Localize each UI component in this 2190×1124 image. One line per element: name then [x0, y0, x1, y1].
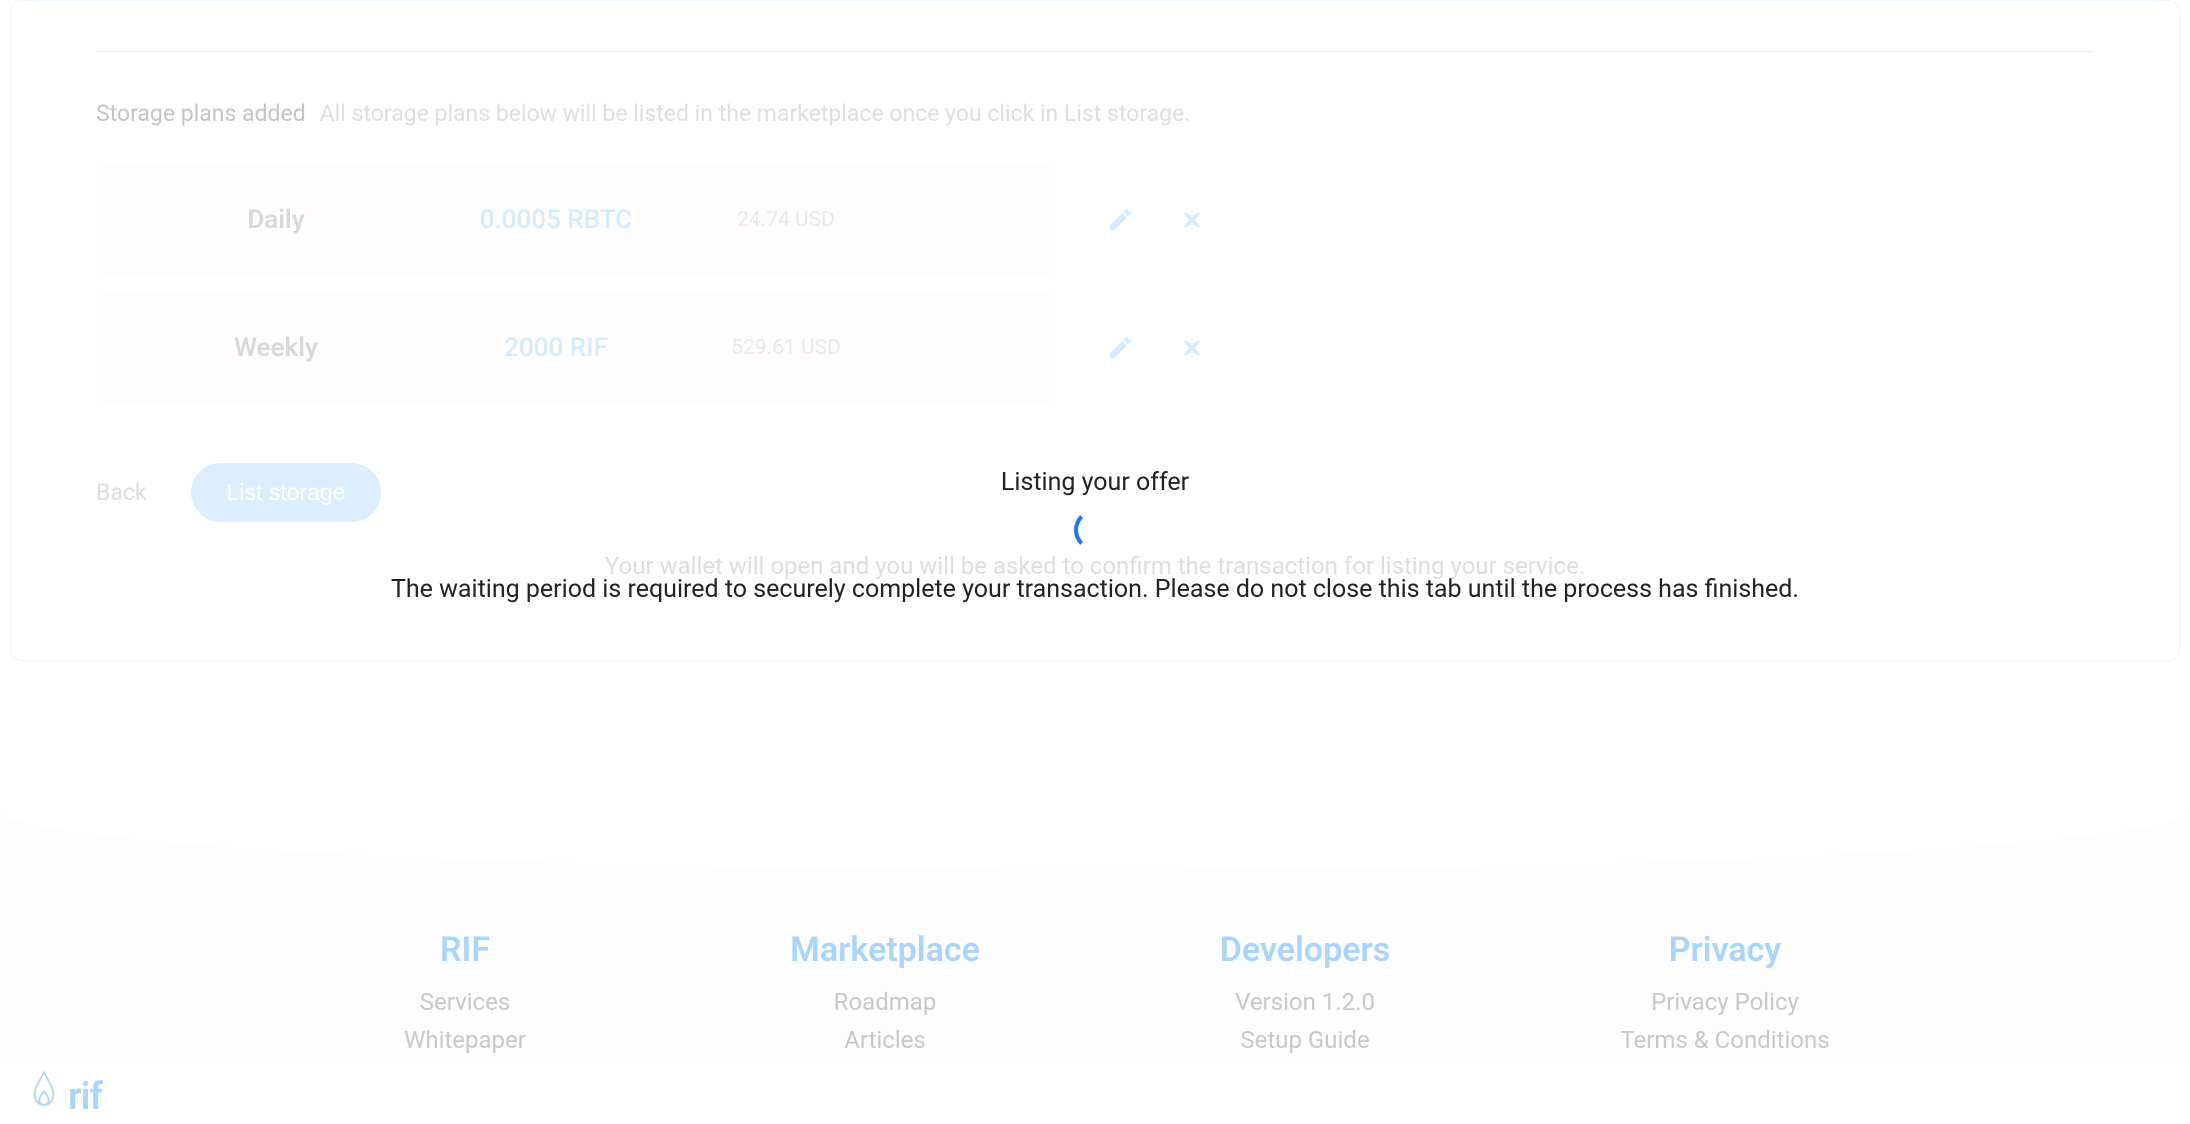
- loading-modal: Listing your offer The waiting period is…: [0, 468, 2190, 604]
- plan-period: Weekly: [136, 333, 416, 363]
- footer-col-rif: RIF Services Whitepaper: [355, 930, 575, 1064]
- plans-header-desc: All storage plans below will be listed i…: [320, 100, 1191, 127]
- footer-link[interactable]: Services: [355, 988, 575, 1016]
- loading-title: Listing your offer: [0, 468, 2190, 497]
- footer-col-title: Developers: [1195, 930, 1415, 970]
- footer-link[interactable]: Privacy Policy: [1615, 988, 1835, 1016]
- footer-link[interactable]: Terms & Conditions: [1615, 1026, 1835, 1054]
- plan-price: 2000 RIF: [416, 333, 696, 363]
- footer-link[interactable]: Articles: [775, 1026, 995, 1054]
- plan-period: Daily: [136, 205, 416, 235]
- footer-col-privacy: Privacy Privacy Policy Terms & Condition…: [1615, 930, 1835, 1064]
- footer-col-developers: Developers Version 1.2.0 Setup Guide: [1195, 930, 1415, 1064]
- footer-link[interactable]: Roadmap: [775, 988, 995, 1016]
- footer-logo: rif: [30, 1069, 102, 1124]
- footer-col-title: RIF: [355, 930, 575, 970]
- footer-curve: [0, 750, 2190, 870]
- plan-price: 0.0005 RBTC: [416, 205, 696, 235]
- plan-usd: 529.61 USD: [696, 336, 876, 360]
- edit-icon[interactable]: [1106, 206, 1134, 234]
- spinner-icon: [1074, 509, 1116, 551]
- plans-header: Storage plans added All storage plans be…: [96, 100, 2094, 127]
- plans-header-title: Storage plans added: [96, 100, 306, 127]
- footer-col-title: Privacy: [1615, 930, 1835, 970]
- plan-actions: [1106, 334, 1206, 362]
- edit-icon[interactable]: [1106, 334, 1134, 362]
- footer-link[interactable]: Version 1.2.0: [1195, 988, 1415, 1016]
- plan-row-weekly: Weekly 2000 RIF 529.61 USD: [96, 293, 1056, 403]
- footer-link[interactable]: Setup Guide: [1195, 1026, 1415, 1054]
- plan-actions: [1106, 206, 1206, 234]
- divider: [96, 51, 2094, 52]
- loading-desc: The waiting period is required to secure…: [0, 575, 2190, 604]
- footer-logo-text: rif: [68, 1075, 102, 1119]
- footer: rif RIF Services Whitepaper Marketplace …: [0, 810, 2190, 1064]
- flame-icon: [30, 1069, 58, 1124]
- close-icon[interactable]: [1178, 334, 1206, 362]
- footer-col-marketplace: Marketplace Roadmap Articles: [775, 930, 995, 1064]
- plan-row-daily: Daily 0.0005 RBTC 24.74 USD: [96, 165, 1056, 275]
- close-icon[interactable]: [1178, 206, 1206, 234]
- footer-cols: RIF Services Whitepaper Marketplace Road…: [0, 930, 2190, 1064]
- plan-usd: 24.74 USD: [696, 208, 876, 232]
- footer-link[interactable]: Whitepaper: [355, 1026, 575, 1054]
- footer-col-title: Marketplace: [775, 930, 995, 970]
